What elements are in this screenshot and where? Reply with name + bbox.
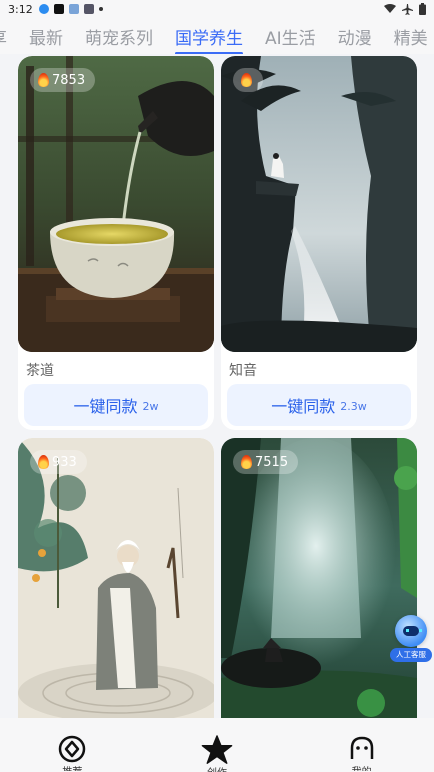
tab-anime[interactable]: 动漫 xyxy=(327,24,383,49)
system-status xyxy=(384,3,426,15)
hot-count: 933 xyxy=(52,454,77,470)
tab-ai-life[interactable]: AI生活 xyxy=(254,24,327,49)
battery-icon xyxy=(419,3,426,15)
customer-service-label: 人工客服 xyxy=(390,648,432,662)
hot-count: 7853 xyxy=(52,72,86,88)
flame-icon xyxy=(38,455,49,469)
use-template-button[interactable]: 一键同款 2w xyxy=(24,384,208,426)
flame-icon xyxy=(241,73,252,87)
nav-mine[interactable]: 我的 xyxy=(289,718,434,772)
flame-icon xyxy=(38,73,49,87)
template-card-zhiyin[interactable]: 知音 一键同款 2.3w xyxy=(221,56,417,430)
template-card-sage[interactable]: 933 xyxy=(18,438,214,718)
tab-guoxue-health[interactable]: 国学养生 xyxy=(164,24,254,54)
notification-app-icon xyxy=(83,4,94,14)
use-count: 2.3w xyxy=(340,400,367,413)
customer-service-button[interactable]: 人工客服 xyxy=(390,615,432,663)
star-icon xyxy=(201,735,233,764)
hot-badge: 7853 xyxy=(30,68,96,92)
hot-badge xyxy=(233,68,263,92)
nav-label: 我的 xyxy=(352,765,372,771)
hot-badge: 7515 xyxy=(233,450,299,474)
flame-icon xyxy=(241,455,252,469)
hot-badge: 933 xyxy=(30,450,87,474)
use-template-button[interactable]: 一键同款 2.3w xyxy=(227,384,411,426)
nav-label: 创作 xyxy=(207,766,227,772)
tab-pets[interactable]: 萌宠系列 xyxy=(74,24,164,49)
use-template-label: 一键同款 xyxy=(73,397,138,416)
nav-recommend[interactable]: 推荐 xyxy=(0,718,145,772)
notification-app-icon xyxy=(68,4,79,14)
notification-icons xyxy=(38,4,103,14)
face-icon xyxy=(350,736,373,759)
tab-exquisite[interactable]: 精美 xyxy=(383,24,434,49)
hot-count: 7515 xyxy=(255,454,289,470)
template-card-waterfall[interactable]: 7515 xyxy=(221,438,417,718)
wifi-icon xyxy=(384,4,396,13)
airplane-icon xyxy=(402,3,413,15)
waterfall-boat-image[interactable] xyxy=(221,438,417,718)
use-template-label: 一键同款 xyxy=(271,397,336,416)
template-card-tea[interactable]: 7853 茶道 一键同款 2w xyxy=(18,56,214,430)
card-title: 知音 xyxy=(229,363,257,379)
template-grid: 7853 茶道 一键同款 2w 知音 一键同款 2.3w 933 7515 xyxy=(0,54,434,718)
tab-latest[interactable]: 最新 xyxy=(18,24,74,49)
nav-label: 推荐 xyxy=(62,765,82,771)
dot-icon xyxy=(98,7,103,11)
cliff-waterfall-image[interactable] xyxy=(221,56,417,352)
status-time: 3:12 xyxy=(8,2,33,16)
tea-pouring-image[interactable] xyxy=(18,56,214,352)
notification-app-icon xyxy=(53,4,64,14)
category-tabs: 享 最新 萌宠系列 国学养生 AI生活 动漫 精美 xyxy=(0,18,434,54)
card-title: 茶道 xyxy=(26,363,54,379)
bottom-nav: 推荐 创作 我的 xyxy=(0,718,434,772)
compass-icon xyxy=(59,735,86,763)
use-count: 2w xyxy=(142,400,159,413)
robot-icon xyxy=(395,615,427,647)
nav-create[interactable]: 创作 xyxy=(145,718,290,772)
tab-partial-left[interactable]: 享 xyxy=(0,24,18,49)
status-bar: 3:12 xyxy=(0,0,434,18)
sage-in-water-image[interactable] xyxy=(18,438,214,718)
notification-app-icon xyxy=(38,4,49,14)
